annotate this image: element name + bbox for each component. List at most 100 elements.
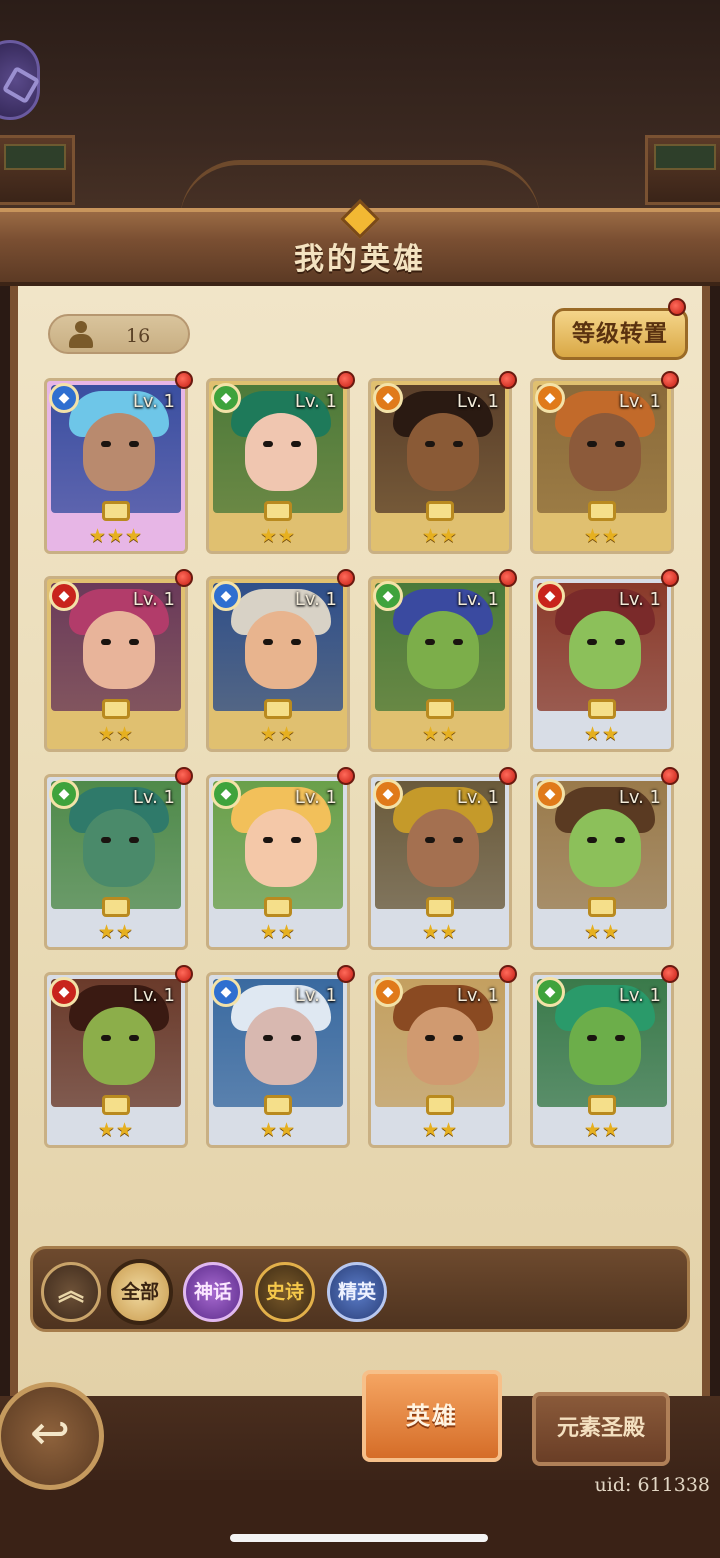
rank-emblem xyxy=(381,499,499,527)
hero-count-badge: 16 xyxy=(48,314,190,354)
tab-hero[interactable]: 英雄 xyxy=(362,1370,502,1462)
settings-corner-button[interactable] xyxy=(0,40,40,120)
hero-eye xyxy=(101,1035,111,1041)
notification-dot xyxy=(175,965,193,983)
rank-emblem xyxy=(543,697,661,725)
home-indicator[interactable] xyxy=(230,1534,488,1542)
rank-icon xyxy=(426,501,454,521)
hero-eye xyxy=(425,639,435,645)
notification-dot xyxy=(499,767,517,785)
hero-level: Lv. 1 xyxy=(132,985,175,1006)
hero-stars: ★★ xyxy=(259,1119,297,1141)
hero-face xyxy=(83,413,155,491)
hero-eye xyxy=(453,1035,463,1041)
hero-stars: ★★ xyxy=(97,921,135,943)
hero-level: Lv. 1 xyxy=(294,787,337,808)
rank-icon xyxy=(102,501,130,521)
back-button[interactable]: ↩ xyxy=(0,1382,104,1490)
notification-dot xyxy=(661,569,679,587)
hero-card[interactable]: Lv. 1 ◆ ★★ xyxy=(530,569,679,752)
hero-level: Lv. 1 xyxy=(456,391,499,412)
rank-icon xyxy=(426,699,454,719)
hero-eye xyxy=(453,441,463,447)
hero-stars: ★★ xyxy=(421,723,459,745)
filter-all-tab[interactable]: 全部 xyxy=(107,1259,173,1325)
rank-emblem xyxy=(543,895,661,923)
notification-dot xyxy=(661,965,679,983)
hero-eye xyxy=(291,441,301,447)
rank-emblem xyxy=(543,1093,661,1121)
hero-card[interactable]: Lv. 1 ◆ ★★ xyxy=(368,767,517,950)
hero-eye xyxy=(263,837,273,843)
rank-icon xyxy=(264,897,292,917)
hero-card[interactable]: Lv. 1 ◆ ★★ xyxy=(44,767,193,950)
hero-count-value: 16 xyxy=(126,325,151,347)
hero-card[interactable]: Lv. 1 ◆ ★★ xyxy=(368,965,517,1148)
hero-eye xyxy=(263,441,273,447)
hero-card[interactable]: Lv. 1 ◆ ★★★ xyxy=(44,371,193,554)
hero-card[interactable]: Lv. 1 ◆ ★★ xyxy=(206,767,355,950)
hero-eye xyxy=(129,639,139,645)
hero-face xyxy=(83,809,155,887)
element-water-icon: ◆ xyxy=(49,383,79,413)
hero-card[interactable]: Lv. 1 ◆ ★★ xyxy=(368,371,517,554)
hero-eye xyxy=(615,639,625,645)
rank-icon xyxy=(426,1095,454,1115)
hero-face xyxy=(83,611,155,689)
rank-emblem xyxy=(57,1093,175,1121)
hero-eye xyxy=(101,639,111,645)
hero-face xyxy=(245,1007,317,1085)
hero-card[interactable]: Lv. 1 ◆ ★★ xyxy=(44,965,193,1148)
hero-level: Lv. 1 xyxy=(618,787,661,808)
element-earth-icon: ◆ xyxy=(535,383,565,413)
notification-dot xyxy=(337,965,355,983)
rank-emblem xyxy=(57,499,175,527)
hero-card[interactable]: Lv. 1 ◆ ★★ xyxy=(530,371,679,554)
filter-epic-tab[interactable]: 史诗 xyxy=(255,1262,315,1322)
element-earth-icon: ◆ xyxy=(535,779,565,809)
notification-dot xyxy=(337,371,355,389)
notification-dot xyxy=(499,965,517,983)
rank-emblem xyxy=(381,697,499,725)
hero-face xyxy=(569,413,641,491)
hero-card[interactable]: Lv. 1 ◆ ★★ xyxy=(206,965,355,1148)
level-reset-button[interactable]: 等级转置 xyxy=(552,308,688,360)
hero-face xyxy=(245,611,317,689)
rank-icon xyxy=(588,1095,616,1115)
filter-elite-tab[interactable]: 精英 xyxy=(327,1262,387,1322)
filter-bar: ︽ 全部 神话 史诗 精英 xyxy=(30,1246,690,1332)
hero-eye xyxy=(425,837,435,843)
hero-eye xyxy=(291,837,301,843)
element-wind-icon: ◆ xyxy=(373,581,403,611)
rank-icon xyxy=(588,699,616,719)
hero-face xyxy=(569,809,641,887)
notification-dot xyxy=(661,767,679,785)
hero-level: Lv. 1 xyxy=(456,787,499,808)
hero-stars: ★★ xyxy=(259,525,297,547)
hero-level: Lv. 1 xyxy=(294,985,337,1006)
element-wind-icon: ◆ xyxy=(211,779,241,809)
person-icon xyxy=(68,321,94,349)
filter-myth-tab[interactable]: 神话 xyxy=(183,1262,243,1322)
hero-stars: ★★ xyxy=(259,723,297,745)
hero-card[interactable]: Lv. 1 ◆ ★★ xyxy=(44,569,193,752)
hero-eye xyxy=(425,1035,435,1041)
hero-card[interactable]: Lv. 1 ◆ ★★ xyxy=(368,569,517,752)
notification-dot xyxy=(175,569,193,587)
element-wind-icon: ◆ xyxy=(211,383,241,413)
element-earth-icon: ◆ xyxy=(373,779,403,809)
hero-face xyxy=(245,809,317,887)
tab-element-temple[interactable]: 元素圣殿 xyxy=(532,1392,670,1466)
hero-eye xyxy=(587,1035,597,1041)
notification-dot xyxy=(175,371,193,389)
notification-dot xyxy=(337,569,355,587)
hero-card[interactable]: Lv. 1 ◆ ★★ xyxy=(530,965,679,1148)
hero-card[interactable]: Lv. 1 ◆ ★★ xyxy=(530,767,679,950)
hero-stars: ★★ xyxy=(421,1119,459,1141)
hero-stars: ★★ xyxy=(583,525,621,547)
notification-dot xyxy=(661,371,679,389)
hero-card[interactable]: Lv. 1 ◆ ★★ xyxy=(206,569,355,752)
hero-card[interactable]: Lv. 1 ◆ ★★ xyxy=(206,371,355,554)
rank-icon xyxy=(102,1095,130,1115)
collapse-filter-button[interactable]: ︽ xyxy=(41,1262,101,1322)
